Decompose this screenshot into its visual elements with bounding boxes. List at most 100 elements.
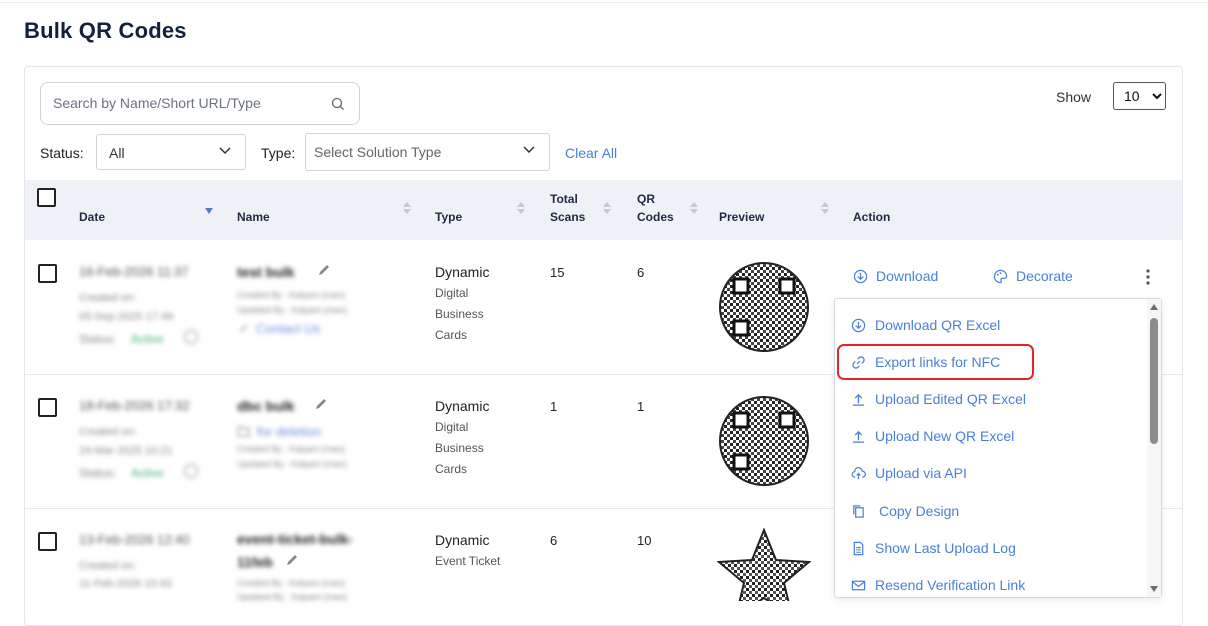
status-filter-value: All xyxy=(109,145,125,161)
row-date: 18-Feb-2026 17:32 xyxy=(79,398,190,413)
row-created-by: Created By : Kalyani (man) xyxy=(237,578,346,588)
more-options-menu: Download QR Excel Export links for NFC U… xyxy=(834,298,1162,598)
row-created-date: 24-Mar-2025 10:21 xyxy=(79,445,173,457)
sort-icon[interactable] xyxy=(517,201,525,215)
row-status-value: Active xyxy=(131,466,164,480)
row-updated-by: Updated By : Kalyani (man) xyxy=(237,459,348,469)
cloud-upload-icon xyxy=(851,466,866,479)
row-updated-by: Updated By : Kalyani (man) xyxy=(237,305,348,315)
download-action[interactable]: Download xyxy=(853,268,938,284)
row-checkbox[interactable] xyxy=(38,398,57,417)
menu-item-upload-via-api[interactable]: Upload via API xyxy=(851,465,967,481)
row-subtype-line: Event Ticket xyxy=(435,554,501,568)
row-folder[interactable]: for deletion xyxy=(257,424,321,439)
menu-item-label: Download QR Excel xyxy=(875,317,1001,333)
row-status-label: Status: xyxy=(79,332,117,346)
status-filter-select[interactable]: All xyxy=(96,134,246,170)
row-subtype-line: Business xyxy=(435,441,484,455)
column-header-qr-codes-2[interactable]: Codes xyxy=(637,209,674,226)
menu-item-label: Upload Edited QR Excel xyxy=(875,391,1026,407)
type-filter-select[interactable]: Select Solution Type xyxy=(305,133,550,171)
menu-item-copy-design[interactable]: Copy Design xyxy=(851,503,959,519)
menu-item-resend-verification-link[interactable]: Resend Verification Link xyxy=(851,577,1025,593)
row-status-value: Active xyxy=(131,332,164,346)
menu-item-label: Upload via API xyxy=(875,465,967,481)
row-date: 16-Feb-2026 11:37 xyxy=(79,264,189,279)
palette-icon xyxy=(993,269,1008,283)
type-filter-placeholder: Select Solution Type xyxy=(314,144,442,160)
row-folder[interactable]: Contact Us xyxy=(256,321,320,336)
sort-icon[interactable] xyxy=(403,201,411,215)
pencil-icon[interactable] xyxy=(314,397,328,411)
qr-preview-circle[interactable] xyxy=(718,261,810,353)
help-circle-icon[interactable] xyxy=(183,463,199,479)
document-icon xyxy=(853,541,864,555)
pencil-icon[interactable] xyxy=(285,553,299,567)
search-input[interactable] xyxy=(53,95,323,111)
top-divider xyxy=(0,2,1208,3)
row-total-scans: 15 xyxy=(550,265,565,280)
row-name-line2[interactable]: 11feb xyxy=(237,554,273,570)
row-subtype-line: Digital xyxy=(435,286,469,300)
column-header-name[interactable]: Name xyxy=(237,209,270,226)
search-box[interactable] xyxy=(40,82,360,125)
menu-item-label: Copy Design xyxy=(879,503,960,519)
sort-icon[interactable] xyxy=(690,201,698,215)
qr-preview-circle[interactable] xyxy=(718,395,810,487)
row-name[interactable]: dbc bulk xyxy=(237,398,295,414)
row-qr-codes: 6 xyxy=(637,265,645,280)
row-total-scans: 1 xyxy=(550,399,558,414)
row-created-by: Created By : Kalyani (man) xyxy=(237,290,346,300)
chevron-down-icon xyxy=(523,146,535,154)
sort-desc-icon[interactable] xyxy=(205,206,213,220)
select-all-checkbox[interactable] xyxy=(37,188,56,207)
copy-icon xyxy=(853,504,864,518)
qr-preview-star[interactable] xyxy=(716,528,812,601)
row-total-scans: 6 xyxy=(550,533,558,548)
row-name-line1[interactable]: event-ticket-bulk- xyxy=(237,531,353,547)
row-created-date: 11-Feb-2026 15:43 xyxy=(79,578,172,590)
decorate-label: Decorate xyxy=(1016,268,1073,284)
menu-item-upload-edited-qr-excel[interactable]: Upload Edited QR Excel xyxy=(851,391,1026,407)
row-checkbox[interactable] xyxy=(38,264,57,283)
row-created-label: Created on: xyxy=(79,292,137,304)
status-filter-label: Status: xyxy=(40,145,84,161)
sort-icon[interactable] xyxy=(821,201,829,215)
pencil-icon[interactable] xyxy=(317,263,331,277)
row-subtype-line: Business xyxy=(435,307,484,321)
column-header-type[interactable]: Type xyxy=(435,209,462,226)
download-circle-icon xyxy=(853,269,868,283)
search-icon[interactable] xyxy=(331,97,345,111)
row-created-by: Created By : Kalyani (man) xyxy=(237,444,346,454)
scroll-up-arrow-icon[interactable] xyxy=(1150,304,1158,310)
mail-icon xyxy=(851,580,866,590)
link-icon xyxy=(239,324,248,333)
column-header-total-scans-2[interactable]: Scans xyxy=(550,209,585,226)
download-label: Download xyxy=(876,268,939,284)
row-subtype-line: Cards xyxy=(435,462,468,476)
clear-all-link[interactable]: Clear All xyxy=(565,145,617,161)
menu-scrollbar-thumb[interactable] xyxy=(1150,318,1158,444)
page-size-select[interactable]: 10 xyxy=(1113,82,1166,110)
column-header-date[interactable]: Date xyxy=(79,209,105,226)
row-type: Dynamic xyxy=(435,532,490,548)
column-header-total-scans-1[interactable]: Total xyxy=(550,191,578,208)
menu-item-download-qr-excel[interactable]: Download QR Excel xyxy=(851,317,1000,333)
sort-icon[interactable] xyxy=(603,201,611,215)
row-checkbox[interactable] xyxy=(38,532,57,551)
help-circle-icon[interactable] xyxy=(183,329,199,345)
column-header-qr-codes-1[interactable]: QR xyxy=(637,191,655,208)
row-subtype-line: Digital xyxy=(435,420,469,434)
menu-item-label: Resend Verification Link xyxy=(875,577,1026,593)
more-options-icon[interactable] xyxy=(1143,268,1153,286)
row-qr-codes: 10 xyxy=(637,533,652,548)
row-name[interactable]: test bulk xyxy=(237,264,295,280)
menu-item-label: Show Last Upload Log xyxy=(875,540,1016,556)
decorate-action[interactable]: Decorate xyxy=(993,268,1073,284)
download-circle-icon xyxy=(851,318,866,332)
menu-item-show-last-upload-log[interactable]: Show Last Upload Log xyxy=(851,540,1016,556)
row-date: 13-Feb-2026 12:40 xyxy=(79,532,190,547)
scroll-down-arrow-icon[interactable] xyxy=(1150,586,1158,592)
row-type: Dynamic xyxy=(435,398,490,414)
menu-item-upload-new-qr-excel[interactable]: Upload New QR Excel xyxy=(851,428,1014,444)
